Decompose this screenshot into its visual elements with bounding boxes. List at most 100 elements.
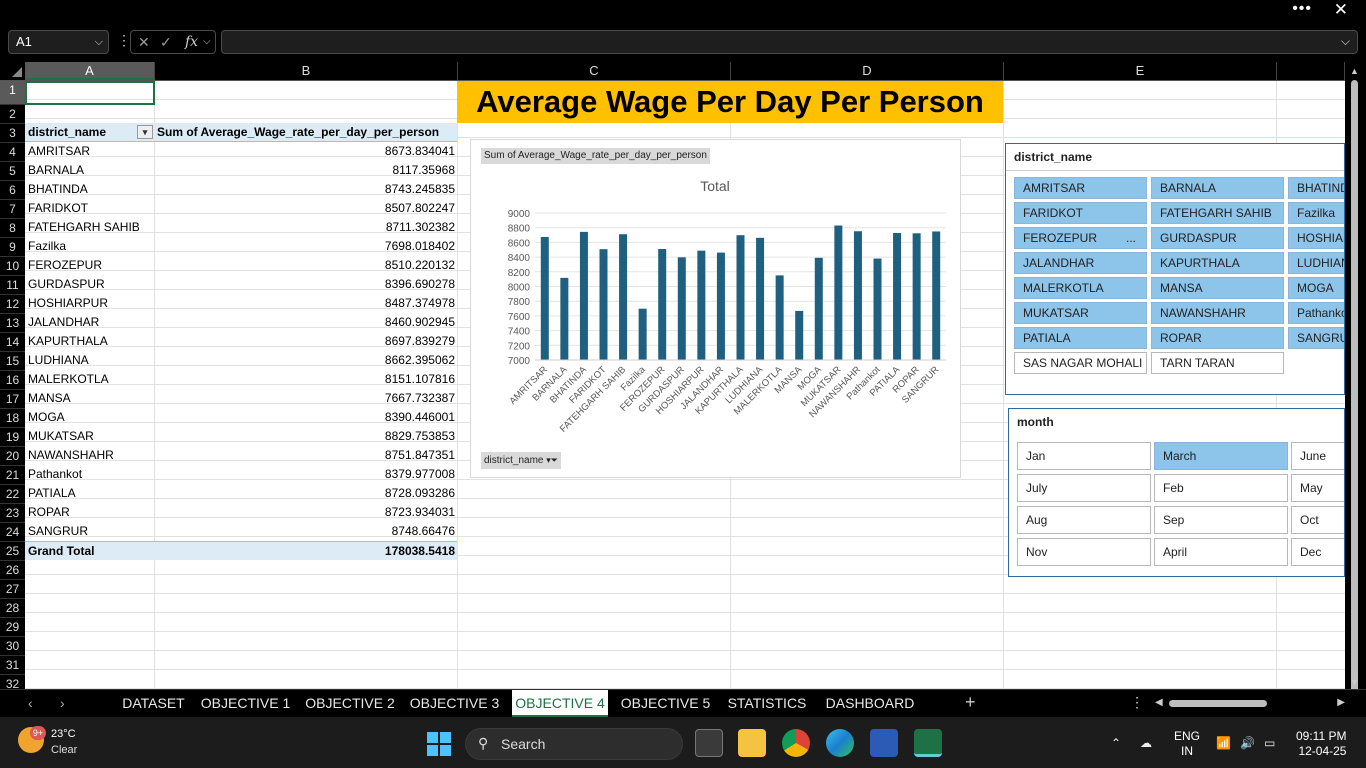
month-item-may[interactable]: May	[1291, 474, 1344, 502]
pivot-row-label[interactable]: MUKATSAR	[25, 427, 155, 446]
pivot-row-label[interactable]: LUDHIANA	[25, 351, 155, 370]
scroll-right-icon[interactable]: ▶	[1337, 697, 1345, 708]
more-options-button[interactable]: •••	[1292, 0, 1312, 18]
pivot-row-value[interactable]: 8510.220132	[155, 256, 457, 275]
slicer-item-sangrur[interactable]: SANGRUR	[1288, 327, 1344, 349]
language-indicator[interactable]: ENG IN	[1174, 729, 1200, 759]
pivot-row-label[interactable]: Fazilka	[25, 237, 155, 256]
month-item-jan[interactable]: Jan	[1017, 442, 1151, 470]
pivot-chart[interactable]: Sum of Average_Wage_rate_per_day_per_per…	[470, 139, 961, 478]
row-header-9[interactable]: 9	[0, 238, 25, 257]
month-item-sep[interactable]: Sep	[1154, 506, 1288, 534]
scroll-down-icon[interactable]: ▼	[1350, 677, 1359, 687]
axis-field-button[interactable]: district_name ▾⏷	[481, 452, 561, 469]
row-header-10[interactable]: 10	[0, 257, 25, 276]
row-header-6[interactable]: 6	[0, 181, 25, 200]
vertical-scrollbar[interactable]: ▲ ▼	[1345, 62, 1366, 726]
pivot-row-label[interactable]: GURDASPUR	[25, 275, 155, 294]
worksheet-grid[interactable]: Average Wage Per Day Per Person district…	[25, 81, 1345, 689]
pivot-row-value[interactable]: 8460.902945	[155, 313, 457, 332]
slicer-item-moga[interactable]: MOGA	[1288, 277, 1344, 299]
row-header-4[interactable]: 4	[0, 143, 25, 162]
row-header-8[interactable]: 8	[0, 219, 25, 238]
slicer-item-amritsar[interactable]: AMRITSAR	[1014, 177, 1147, 199]
row-header-2[interactable]: 2	[0, 105, 25, 124]
month-item-july[interactable]: July	[1017, 474, 1151, 502]
pivot-row-value[interactable]: 8829.753853	[155, 427, 457, 446]
pivot-row-label[interactable]: MOGA	[25, 408, 155, 427]
filter-icon[interactable]: ▾	[137, 125, 153, 139]
pivot-row-label[interactable]: ROPAR	[25, 503, 155, 522]
column-header-e[interactable]: E	[1004, 62, 1277, 80]
chevron-down-icon[interactable]: ⌵	[95, 31, 103, 53]
pivot-row-value[interactable]: 8396.690278	[155, 275, 457, 294]
name-box[interactable]: A1 ⌵	[8, 30, 109, 54]
pivot-row-value[interactable]: 7667.732387	[155, 389, 457, 408]
slicer-item-tarn-taran[interactable]: TARN TARAN	[1151, 352, 1284, 374]
row-header-1[interactable]: 1	[0, 81, 25, 105]
pivot-row-value[interactable]: 8743.245835	[155, 180, 457, 199]
pivot-row-label[interactable]: BARNALA	[25, 161, 155, 180]
month-item-june[interactable]: June	[1291, 442, 1344, 470]
pivot-row-label[interactable]: HOSHIARPUR	[25, 294, 155, 313]
row-header-26[interactable]: 26	[0, 561, 25, 580]
column-header-f[interactable]	[1277, 62, 1345, 80]
wifi-icon[interactable]: 📶	[1216, 736, 1231, 750]
sheet-tab-objective-5[interactable]: OBJECTIVE 5	[616, 690, 715, 717]
volume-icon[interactable]: 🔊	[1240, 736, 1255, 750]
more-items-icon[interactable]: ...	[1126, 228, 1136, 248]
pivot-row-label[interactable]: FATEHGARH SAHIB	[25, 218, 155, 237]
expand-formula-icon[interactable]: ⌵	[1341, 34, 1350, 49]
slicer-item-hoshiarpur[interactable]: HOSHIARPUR	[1288, 227, 1344, 249]
row-header-20[interactable]: 20	[0, 447, 25, 466]
scroll-thumb[interactable]	[1169, 700, 1267, 707]
month-item-nov[interactable]: Nov	[1017, 538, 1151, 566]
sheet-tab-objective-4[interactable]: OBJECTIVE 4	[512, 690, 608, 717]
pivot-row-label[interactable]: AMRITSAR	[25, 142, 155, 161]
formula-input[interactable]: ⌵	[221, 30, 1358, 54]
month-item-aug[interactable]: Aug	[1017, 506, 1151, 534]
chevron-down-icon[interactable]: ⌵	[203, 31, 211, 53]
more-sheets-icon[interactable]: ⋮	[1130, 694, 1144, 711]
sheet-tab-objective-3[interactable]: OBJECTIVE 3	[406, 690, 503, 717]
slicer-item-ropar[interactable]: ROPAR	[1151, 327, 1284, 349]
pivot-row-value[interactable]: 8751.847351	[155, 446, 457, 465]
slicer-item-bhatinda[interactable]: BHATINDA	[1288, 177, 1344, 199]
insert-function-button[interactable]: fx	[185, 31, 198, 53]
pivot-header-value[interactable]: Sum of Average_Wage_rate_per_day_per_per…	[155, 123, 457, 142]
pivot-row-value[interactable]: 8151.107816	[155, 370, 457, 389]
month-item-march[interactable]: March	[1154, 442, 1288, 470]
weather-condition[interactable]: Clear	[51, 744, 77, 756]
pivot-row-value[interactable]: 8728.093286	[155, 484, 457, 503]
chrome-icon[interactable]	[782, 729, 810, 757]
month-item-oct[interactable]: Oct	[1291, 506, 1344, 534]
column-header-a[interactable]: A	[25, 62, 155, 80]
pivot-row-label[interactable]: NAWANSHAHR	[25, 446, 155, 465]
slicer-item-fatehgarh-sahib[interactable]: FATEHGARH SAHIB	[1151, 202, 1284, 224]
sheet-tab-objective-2[interactable]: OBJECTIVE 2	[301, 690, 399, 717]
clock[interactable]: 09:11 PM 12-04-25	[1296, 729, 1346, 759]
pivot-row-label[interactable]: BHATINDA	[25, 180, 155, 199]
pivot-row-value[interactable]: 7698.018402	[155, 237, 457, 256]
formula-bar-grip-icon[interactable]: ⋮	[117, 32, 131, 49]
pivot-row-label[interactable]: Pathankot	[25, 465, 155, 484]
taskbar-search[interactable]: ⚲ Search	[465, 728, 683, 760]
slicer-item-jalandhar[interactable]: JALANDHAR	[1014, 252, 1147, 274]
row-header-5[interactable]: 5	[0, 162, 25, 181]
pivot-row-value[interactable]: 8117.35968	[155, 161, 457, 180]
pivot-row-label[interactable]: FARIDKOT	[25, 199, 155, 218]
row-header-25[interactable]: 25	[0, 542, 25, 561]
month-item-feb[interactable]: Feb	[1154, 474, 1288, 502]
battery-icon[interactable]: ▭	[1264, 736, 1275, 750]
show-hidden-icons-icon[interactable]: ⌃	[1111, 736, 1121, 750]
month-item-april[interactable]: April	[1154, 538, 1288, 566]
row-header-30[interactable]: 30	[0, 637, 25, 656]
slicer-item-sas-nagar-mohali[interactable]: SAS NAGAR MOHALI	[1014, 352, 1147, 374]
pivot-row-label[interactable]: MANSA	[25, 389, 155, 408]
active-cell-a1[interactable]	[25, 81, 155, 105]
pivot-row-label[interactable]: PATIALA	[25, 484, 155, 503]
grand-total-value[interactable]: 178038.5418	[155, 541, 457, 560]
row-header-22[interactable]: 22	[0, 485, 25, 504]
scroll-up-icon[interactable]: ▲	[1350, 66, 1359, 76]
scroll-left-icon[interactable]: ◀	[1155, 697, 1163, 708]
